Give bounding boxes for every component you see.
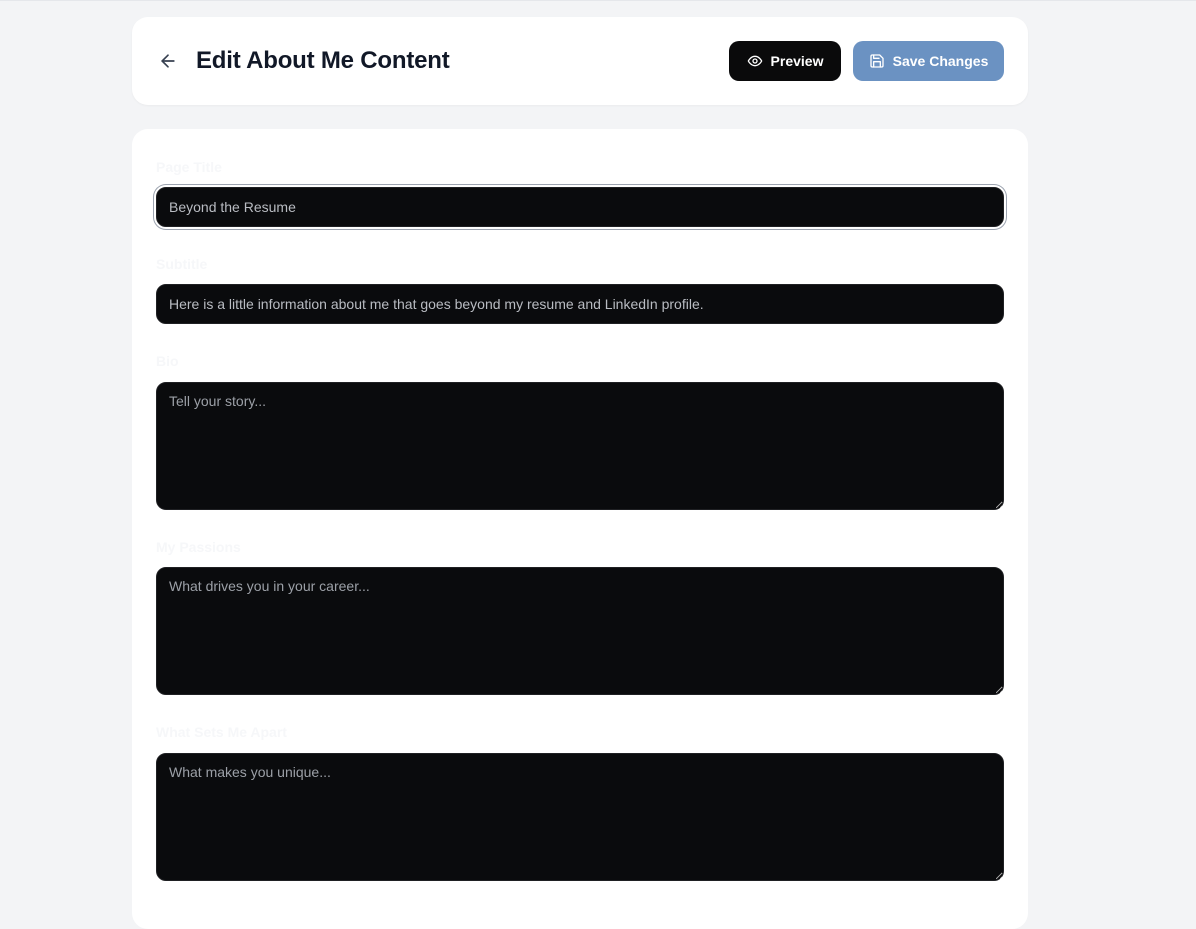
page-title-input[interactable] — [156, 187, 1004, 227]
top-border — [0, 0, 1196, 1]
passions-textarea[interactable] — [156, 567, 1004, 695]
arrow-left-icon — [161, 54, 175, 68]
sets-apart-textarea[interactable] — [156, 753, 1004, 881]
sets-apart-label: What Sets Me Apart — [156, 724, 287, 740]
subtitle-input[interactable] — [156, 284, 1004, 324]
save-button-label: Save Changes — [892, 53, 989, 69]
page-title-label: Page Title — [156, 159, 222, 175]
back-button[interactable] — [156, 49, 180, 73]
bio-label: Bio — [156, 353, 179, 369]
bio-textarea[interactable] — [156, 382, 1004, 510]
eye-icon — [747, 55, 762, 67]
page-header: Edit About Me Content Preview Save Chang… — [132, 17, 1028, 105]
subtitle-label: Subtitle — [156, 256, 208, 272]
preview-button[interactable]: Preview — [729, 41, 841, 81]
save-button[interactable]: Save Changes — [853, 41, 1004, 81]
page-title: Edit About Me Content — [196, 47, 450, 74]
save-icon — [869, 54, 884, 68]
passions-label: My Passions — [156, 539, 241, 555]
about-me-form: Page Title Subtitle Bio My Passions What… — [132, 129, 1028, 929]
preview-button-label: Preview — [770, 53, 824, 69]
